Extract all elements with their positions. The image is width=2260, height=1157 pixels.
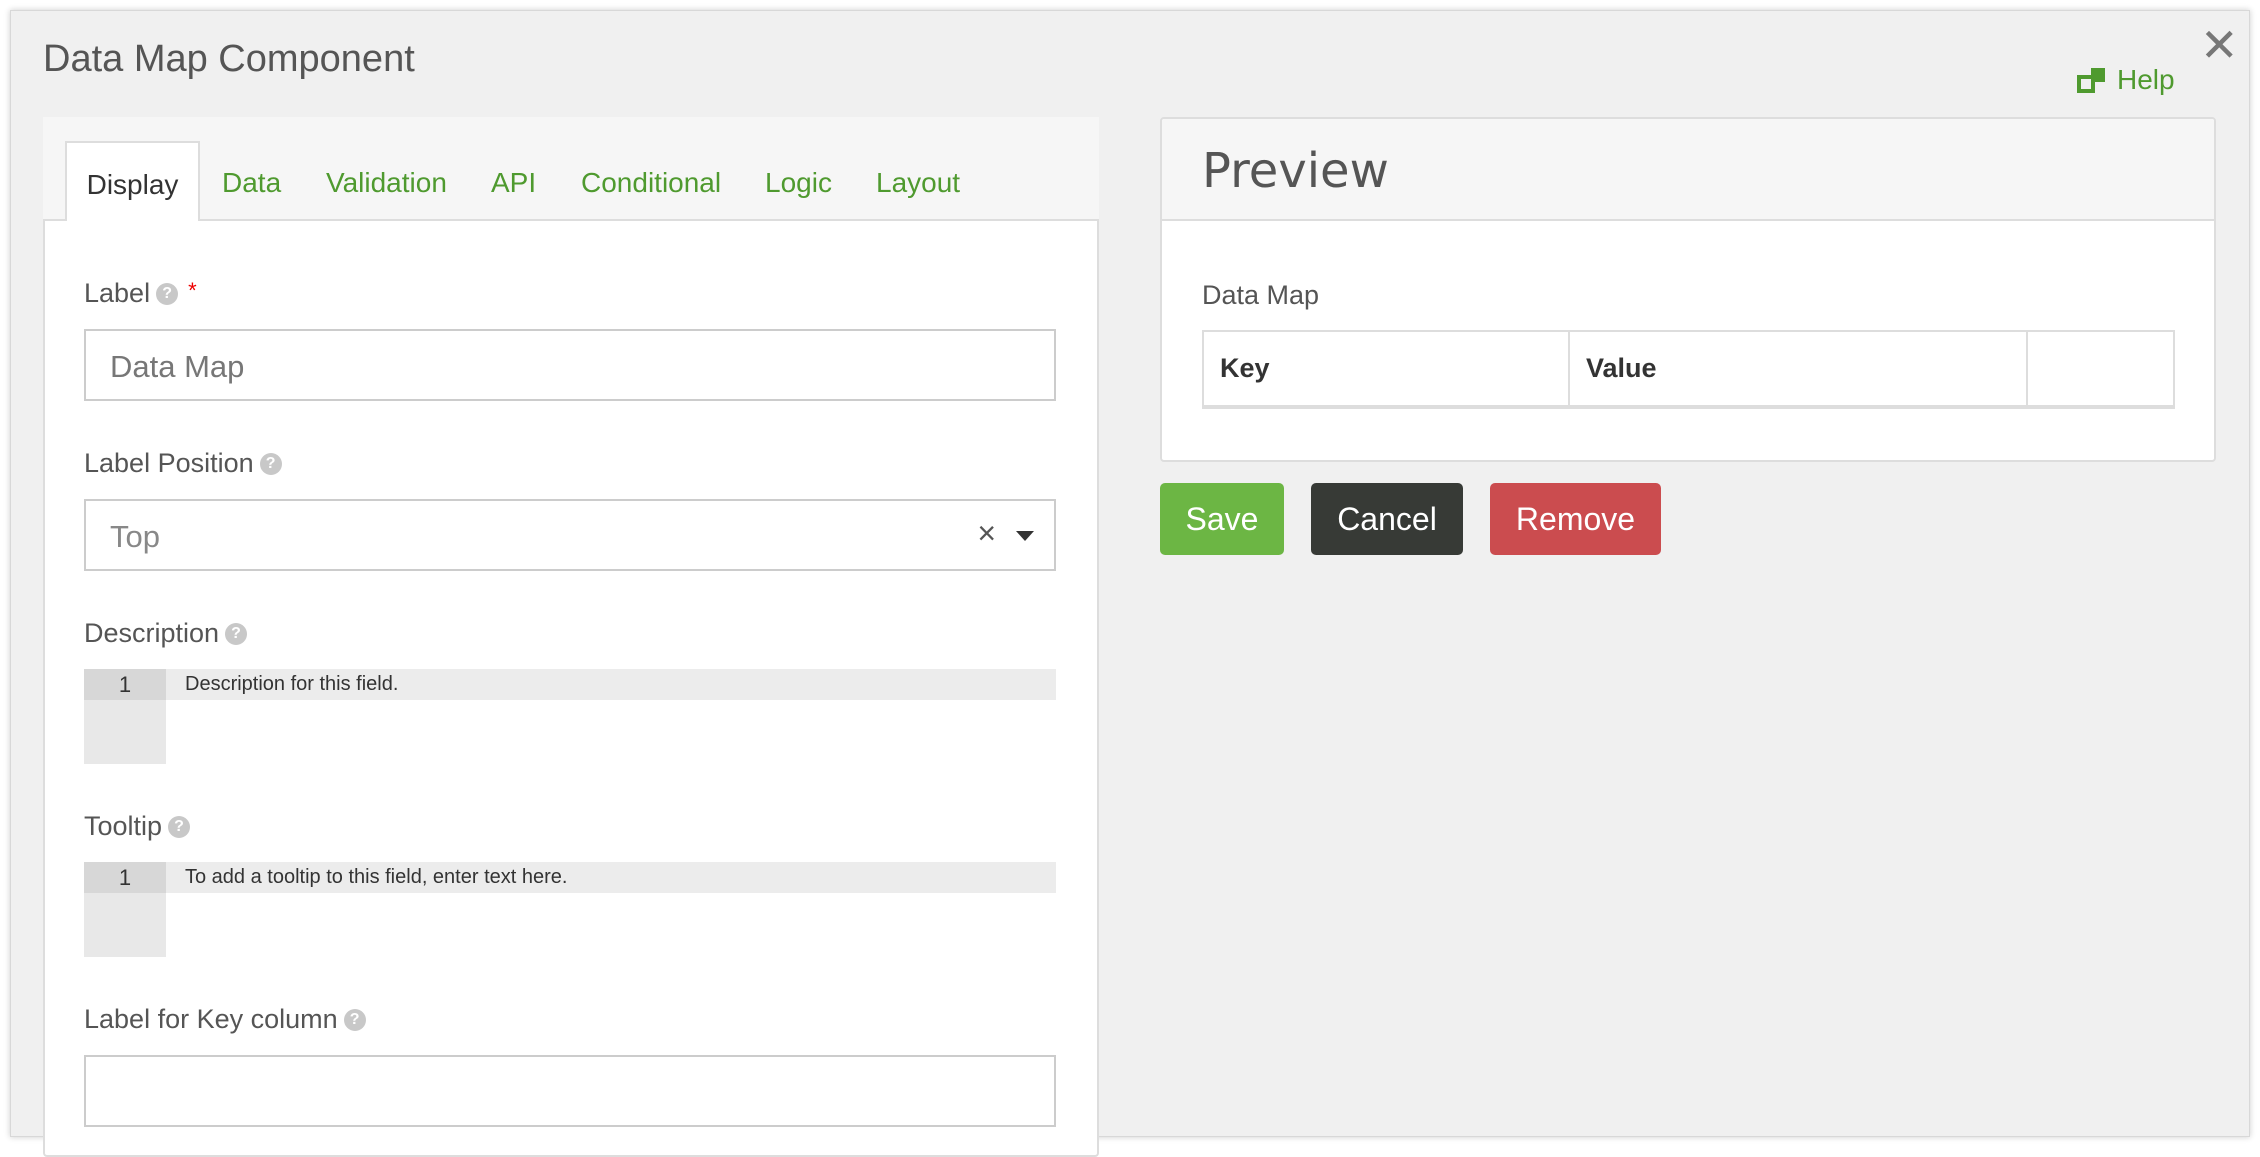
description-editor[interactable]: 1 Description for this field. bbox=[84, 669, 1056, 764]
column-header-key: Key bbox=[1203, 331, 1570, 407]
label-text: Label Position bbox=[84, 448, 254, 478]
preview-panel: Preview Data Map Key Value bbox=[1160, 117, 2216, 462]
preview-title: Preview bbox=[1202, 143, 1389, 199]
modal-title: Data Map Component bbox=[43, 38, 415, 80]
label-input[interactable]: Data Map bbox=[84, 329, 1056, 401]
tooltip-editor[interactable]: 1 To add a tooltip to this field, enter … bbox=[84, 862, 1056, 957]
description-placeholder: Description for this field. bbox=[166, 669, 1056, 700]
preview-field-label: Data Map bbox=[1202, 280, 1320, 310]
line-number: 1 bbox=[84, 669, 166, 700]
required-marker: * bbox=[188, 278, 197, 303]
help-icon[interactable]: ? bbox=[225, 622, 248, 645]
selected-value: Top bbox=[110, 519, 160, 554]
help-label: Help bbox=[2117, 64, 2175, 95]
label-position-label: Label Position? bbox=[84, 448, 282, 479]
label-text: Label for Key column bbox=[84, 1004, 338, 1034]
close-icon[interactable]: ✕ bbox=[2200, 22, 2239, 68]
tab-display[interactable]: Display bbox=[65, 141, 200, 221]
label-field-label: Label? * bbox=[84, 278, 197, 309]
external-link-icon bbox=[2077, 68, 2105, 93]
help-link[interactable]: Help bbox=[2077, 64, 2175, 96]
tab-bar: Display Data Validation API Conditional … bbox=[43, 117, 1099, 221]
description-label: Description? bbox=[84, 618, 248, 649]
tooltip-label: Tooltip? bbox=[84, 811, 191, 842]
help-icon[interactable]: ? bbox=[168, 815, 191, 838]
help-icon[interactable]: ? bbox=[259, 452, 282, 475]
tab-logic[interactable]: Logic bbox=[765, 167, 832, 199]
tab-validation[interactable]: Validation bbox=[326, 167, 447, 199]
label-text: Description bbox=[84, 618, 220, 648]
key-column-input[interactable] bbox=[84, 1055, 1056, 1127]
tab-conditional[interactable]: Conditional bbox=[581, 167, 721, 199]
table-header-row: Key Value bbox=[1203, 331, 2174, 407]
save-button[interactable]: Save bbox=[1160, 483, 1284, 555]
cancel-button[interactable]: Cancel bbox=[1311, 483, 1463, 555]
tooltip-placeholder: To add a tooltip to this field, enter te… bbox=[166, 862, 1056, 893]
label-position-select[interactable]: Top × bbox=[84, 499, 1056, 571]
help-icon[interactable]: ? bbox=[156, 282, 179, 305]
label-text: Label bbox=[84, 278, 151, 308]
help-icon[interactable]: ? bbox=[343, 1008, 366, 1031]
tab-api[interactable]: API bbox=[491, 167, 536, 199]
column-header-value: Value bbox=[1569, 331, 2028, 407]
line-number: 1 bbox=[84, 862, 166, 893]
tab-layout[interactable]: Layout bbox=[876, 167, 960, 199]
tab-data[interactable]: Data bbox=[222, 167, 281, 199]
label-text: Tooltip bbox=[84, 811, 163, 841]
column-header-actions bbox=[2027, 331, 2174, 407]
clear-icon[interactable]: × bbox=[977, 515, 996, 552]
remove-button[interactable]: Remove bbox=[1490, 483, 1661, 555]
key-column-label: Label for Key column? bbox=[84, 1004, 366, 1035]
data-map-table: Key Value bbox=[1202, 330, 2175, 409]
chevron-down-icon[interactable] bbox=[1016, 531, 1034, 541]
preview-header: Preview bbox=[1162, 119, 2214, 221]
